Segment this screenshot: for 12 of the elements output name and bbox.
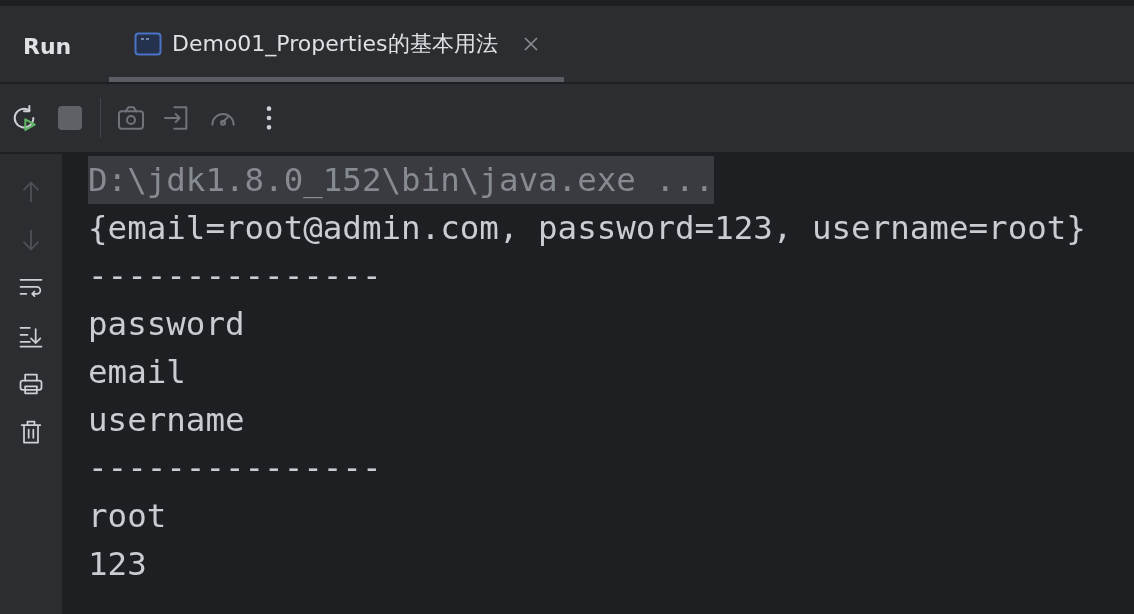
console-output: {email=root@admin.com, password=123, username=root} <box>88 208 1086 249</box>
window-icon <box>134 31 162 56</box>
close-icon[interactable] <box>521 34 540 53</box>
console-output: username <box>88 400 245 441</box>
console-output: password <box>88 304 245 345</box>
console-output: --------------- <box>88 256 382 297</box>
console-output: root <box>88 496 167 537</box>
panel-title: Run <box>23 33 73 59</box>
console-output: --------------- <box>88 448 382 489</box>
console-output: email <box>88 352 186 393</box>
console-output: 123 <box>88 544 147 585</box>
run-tab[interactable]: Demo01_Properties的基本用法 <box>109 6 564 82</box>
